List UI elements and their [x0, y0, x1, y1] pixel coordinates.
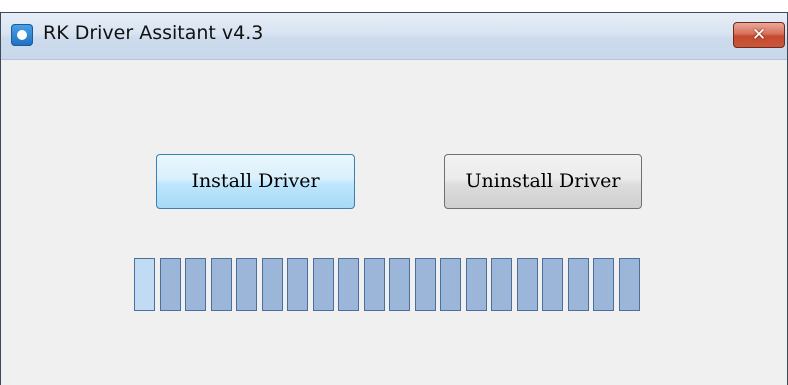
progress-segment: [364, 258, 385, 311]
progress-segment: [389, 258, 410, 311]
progress-segment: [313, 258, 334, 311]
main-window: RK Driver Assitant v4.3 ✕ Install Driver…: [0, 12, 788, 385]
uninstall-driver-button[interactable]: Uninstall Driver: [444, 154, 642, 209]
progress-segment: [542, 258, 563, 311]
progress-segment: [466, 258, 487, 311]
title-bar[interactable]: RK Driver Assitant v4.3 ✕: [1, 13, 787, 60]
progress-segment: [619, 258, 640, 311]
progress-segment: [134, 258, 155, 311]
close-icon: ✕: [751, 25, 767, 45]
progress-segment: [160, 258, 181, 311]
progress-segment: [262, 258, 283, 311]
install-driver-button[interactable]: Install Driver: [156, 154, 355, 209]
progress-segment: [415, 258, 436, 311]
progress-segment: [236, 258, 257, 311]
window-title: RK Driver Assitant v4.3: [43, 22, 264, 44]
progress-segment: [185, 258, 206, 311]
progress-segment: [568, 258, 589, 311]
progress-segment: [491, 258, 512, 311]
progress-segment: [338, 258, 359, 311]
progress-segment: [440, 258, 461, 311]
app-logo-icon: [11, 24, 33, 46]
progress-segment: [517, 258, 538, 311]
progress-segment: [287, 258, 308, 311]
progress-segment: [593, 258, 614, 311]
progress-bar: [134, 258, 665, 311]
close-button[interactable]: ✕: [733, 22, 785, 48]
progress-segment: [211, 258, 232, 311]
